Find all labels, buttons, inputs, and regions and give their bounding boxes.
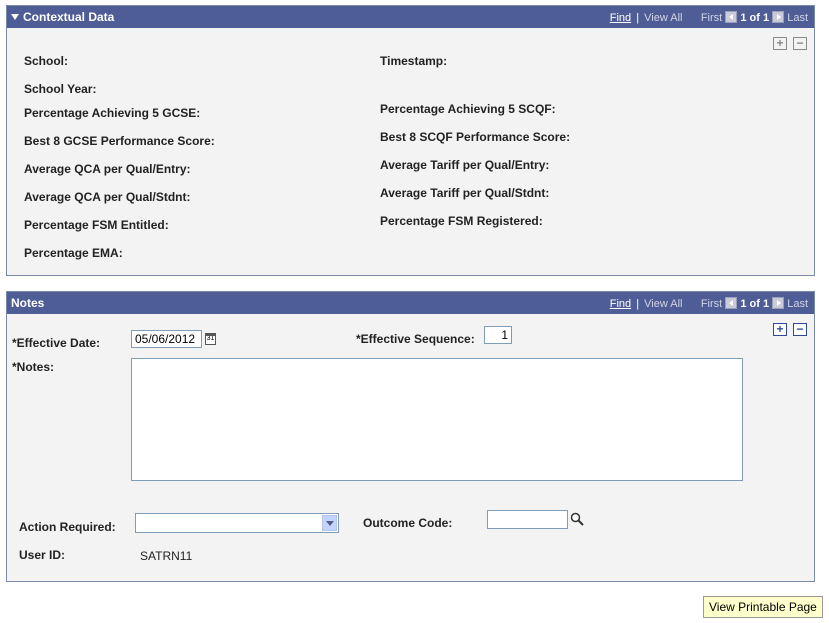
contextual-data-header: Contextual Data Find | View All First 1 … bbox=[7, 6, 814, 28]
add-row-button: + bbox=[773, 37, 787, 50]
last-link: Last bbox=[787, 298, 808, 310]
collapse-triangle-icon[interactable] bbox=[11, 14, 19, 20]
outcome-code-label: Outcome Code: bbox=[363, 516, 453, 530]
contextual-data-panel: Contextual Data Find | View All First 1 … bbox=[6, 5, 815, 276]
previous-arrow-icon bbox=[725, 297, 738, 309]
effective-date-input[interactable] bbox=[131, 330, 202, 348]
contextual-data-nav: Find | View All First 1 of 1 Last bbox=[610, 11, 808, 24]
notes-textarea[interactable] bbox=[131, 358, 743, 481]
view-printable-page-button[interactable]: View Printable Page bbox=[703, 596, 823, 618]
user-id-value: SATRN11 bbox=[140, 549, 193, 563]
notes-title: Notes bbox=[11, 296, 45, 310]
find-link[interactable]: Find bbox=[610, 12, 631, 24]
next-arrow-icon bbox=[772, 11, 785, 23]
pct-5-gcse-label: Percentage Achieving 5 GCSE: bbox=[24, 106, 201, 120]
next-arrow-icon bbox=[772, 297, 785, 309]
view-all-link: View All bbox=[644, 12, 683, 24]
user-id-label: User ID: bbox=[19, 548, 66, 562]
pct-5-scqf-label: Percentage Achieving 5 SCQF: bbox=[380, 102, 556, 116]
add-row-button[interactable]: + bbox=[773, 323, 787, 336]
remove-row-button[interactable]: − bbox=[793, 323, 807, 336]
page-indicator: 1 of 1 bbox=[740, 12, 770, 24]
avg-tariff-stdnt-label: Average Tariff per Qual/Stdnt: bbox=[380, 186, 550, 200]
action-required-select[interactable] bbox=[135, 513, 339, 533]
effective-sequence-input[interactable] bbox=[484, 326, 512, 344]
nav-separator: | bbox=[636, 298, 640, 310]
effective-sequence-label: *Effective Sequence: bbox=[356, 332, 475, 346]
pct-fsm-entitled-label: Percentage FSM Entitled: bbox=[24, 218, 169, 232]
calendar-icon[interactable]: 31 bbox=[205, 333, 216, 345]
nav-separator: | bbox=[636, 12, 640, 24]
school-label: School: bbox=[24, 54, 68, 68]
action-required-label: Action Required: bbox=[19, 520, 116, 534]
pct-ema-label: Percentage EMA: bbox=[24, 246, 123, 260]
first-link: First bbox=[700, 12, 723, 24]
last-link: Last bbox=[787, 12, 808, 24]
remove-row-button: − bbox=[793, 37, 807, 50]
school-year-label: School Year: bbox=[24, 82, 97, 96]
effective-date-label: *Effective Date: bbox=[12, 336, 101, 350]
notes-nav: Find | View All First 1 of 1 Last bbox=[610, 297, 808, 310]
avg-tariff-entry-label: Average Tariff per Qual/Entry: bbox=[380, 158, 550, 172]
notes-header: Notes Find | View All First 1 of 1 Last bbox=[7, 292, 814, 314]
contextual-data-title: Contextual Data bbox=[23, 10, 115, 24]
pct-fsm-registered-label: Percentage FSM Registered: bbox=[380, 214, 543, 228]
best-8-gcse-label: Best 8 GCSE Performance Score: bbox=[24, 134, 215, 148]
view-all-link: View All bbox=[644, 298, 683, 310]
previous-arrow-icon bbox=[725, 11, 738, 23]
timestamp-label: Timestamp: bbox=[380, 54, 448, 68]
find-link[interactable]: Find bbox=[610, 298, 631, 310]
notes-label: *Notes: bbox=[12, 360, 55, 374]
first-link: First bbox=[700, 298, 723, 310]
best-8-scqf-label: Best 8 SCQF Performance Score: bbox=[380, 130, 571, 144]
avg-qca-entry-label: Average QCA per Qual/Entry: bbox=[24, 162, 191, 176]
notes-panel: Notes Find | View All First 1 of 1 Last … bbox=[6, 291, 815, 582]
avg-qca-stdnt-label: Average QCA per Qual/Stdnt: bbox=[24, 190, 191, 204]
chevron-down-icon[interactable] bbox=[322, 515, 337, 531]
page-indicator: 1 of 1 bbox=[740, 298, 770, 310]
contextual-data-title-row[interactable]: Contextual Data bbox=[11, 10, 114, 24]
lookup-search-icon[interactable] bbox=[570, 512, 584, 526]
outcome-code-input[interactable] bbox=[487, 510, 568, 529]
